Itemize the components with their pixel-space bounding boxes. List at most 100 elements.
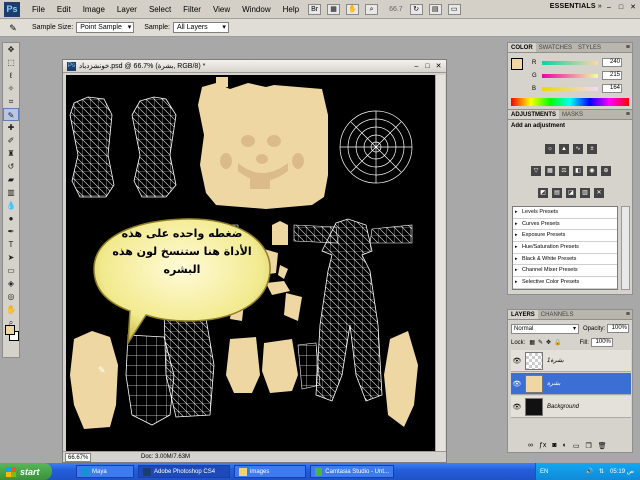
clone-stamp-tool-icon[interactable]: ♜ — [3, 147, 19, 160]
status-doc-size[interactable]: Doc: 3.00M/7.63M — [141, 454, 190, 460]
layer-row-1[interactable]: 👁 بشرة1 — [511, 350, 631, 372]
menu-file[interactable]: File — [26, 5, 51, 14]
menu-select[interactable]: Select — [143, 5, 177, 14]
path-selection-tool-icon[interactable]: ➤ — [3, 251, 19, 264]
hand-tool-icon[interactable]: ✋ — [346, 3, 360, 15]
vibrance-icon[interactable]: ▽ — [531, 166, 541, 176]
document-close-icon[interactable]: ✕ — [434, 62, 443, 71]
taskbar-camtasia[interactable]: Camtasia Studio - Unt... — [310, 465, 394, 478]
move-tool-icon[interactable]: ✥ — [3, 43, 19, 56]
new-group-icon[interactable]: ▭ — [573, 442, 580, 450]
preset-curves[interactable]: Curves Presets — [513, 219, 617, 231]
r-slider[interactable] — [542, 60, 598, 65]
delete-layer-icon[interactable]: 🗑 — [598, 442, 607, 450]
black-white-icon[interactable]: ◧ — [573, 166, 583, 176]
eyedropper-tool-icon[interactable]: ✎ — [3, 108, 19, 121]
language-indicator[interactable]: EN — [540, 469, 548, 475]
new-layer-icon[interactable]: ❐ — [586, 442, 592, 450]
3d-orbit-tool-icon[interactable]: ◎ — [3, 290, 19, 303]
preset-hue-saturation[interactable]: Hue/Saturation Presets — [513, 242, 617, 254]
preset-black-white[interactable]: Black & White Presets — [513, 254, 617, 266]
close-icon[interactable]: ✕ — [628, 3, 638, 13]
hue-saturation-icon[interactable]: ▦ — [545, 166, 555, 176]
photo-filter-icon[interactable]: ◉ — [587, 166, 597, 176]
g-slider[interactable] — [542, 73, 598, 78]
arrange-documents-icon[interactable]: ▤ — [428, 3, 442, 15]
g-value[interactable]: 215 — [602, 71, 622, 80]
bridge-icon[interactable]: Br — [308, 3, 322, 15]
lock-all-icon[interactable]: 🔒 — [554, 339, 561, 346]
b-value[interactable]: 164 — [602, 84, 622, 93]
menu-window[interactable]: Window — [236, 5, 276, 14]
crop-tool-icon[interactable]: ⌗ — [3, 95, 19, 108]
status-zoom-field[interactable]: 66.67% — [65, 452, 91, 462]
sample-size-select[interactable]: Point Sample — [76, 22, 135, 33]
curves-icon[interactable]: ∿ — [573, 144, 583, 154]
eraser-tool-icon[interactable]: ▰ — [3, 173, 19, 186]
layer-style-icon[interactable]: ƒx — [539, 442, 546, 450]
visibility-eye-icon[interactable]: 👁 — [511, 380, 523, 388]
color-spectrum-ramp[interactable] — [511, 98, 629, 106]
taskbar-photoshop[interactable]: Adobe Photoshop CS4 — [138, 465, 230, 478]
clock[interactable]: 05:19 ص — [610, 468, 634, 475]
adjustments-menu-icon[interactable]: ≡ — [626, 110, 632, 119]
gradient-map-icon[interactable]: ▥ — [580, 188, 590, 198]
layer-name[interactable]: Background — [547, 404, 579, 410]
channel-mixer-icon[interactable]: ⊕ — [601, 166, 611, 176]
hand-tool-icon[interactable]: ✋ — [3, 303, 19, 316]
tab-color[interactable]: COLOR — [508, 43, 536, 52]
menu-view[interactable]: View — [207, 5, 236, 14]
magic-wand-tool-icon[interactable]: ✧ — [3, 82, 19, 95]
visibility-eye-icon[interactable]: 👁 — [511, 403, 523, 411]
vertical-scrollbar[interactable] — [435, 75, 445, 451]
pen-tool-icon[interactable]: ✒ — [3, 225, 19, 238]
brush-tool-icon[interactable]: ✐ — [3, 134, 19, 147]
lock-pixels-icon[interactable]: ✎ — [538, 339, 543, 346]
menu-image[interactable]: Image — [77, 5, 111, 14]
tab-channels[interactable]: CHANNELS — [538, 310, 577, 319]
menu-filter[interactable]: Filter — [177, 5, 207, 14]
lasso-tool-icon[interactable]: ℓ — [3, 69, 19, 82]
foreground-color-swatch[interactable] — [5, 325, 15, 335]
link-layers-icon[interactable]: ∞ — [528, 442, 533, 450]
menu-edit[interactable]: Edit — [51, 5, 77, 14]
preset-levels[interactable]: Levels Presets — [513, 207, 617, 219]
maximize-icon[interactable]: □ — [616, 3, 626, 13]
taskbar-images[interactable]: images — [234, 465, 306, 478]
threshold-icon[interactable]: ◪ — [566, 188, 576, 198]
sample-select[interactable]: All Layers — [172, 22, 229, 33]
network-icon[interactable]: ⇅ — [599, 468, 604, 475]
preset-channel-mixer[interactable]: Channel Mixer Presets — [513, 265, 617, 278]
r-value[interactable]: 240 — [602, 58, 622, 67]
type-tool-icon[interactable]: T — [3, 238, 19, 251]
healing-brush-tool-icon[interactable]: ✚ — [3, 121, 19, 134]
extras-icon[interactable]: ▦ — [327, 3, 341, 15]
color-foreground-swatch[interactable] — [511, 58, 523, 70]
blend-mode-select[interactable]: Normal — [511, 323, 579, 334]
volume-icon[interactable]: 🔊 — [586, 468, 593, 475]
opacity-field[interactable]: 100% — [607, 324, 630, 333]
tab-masks[interactable]: MASKS — [559, 110, 586, 119]
tab-styles[interactable]: STYLES — [575, 43, 604, 52]
preset-scrollbar[interactable] — [621, 206, 630, 290]
history-brush-tool-icon[interactable]: ↺ — [3, 160, 19, 173]
menu-help[interactable]: Help — [277, 5, 305, 14]
levels-icon[interactable]: ▲ — [559, 144, 569, 154]
document-title-bar[interactable]: Ps خونشزدباد.psd @ 66.7% (بشرة, RGB/8) *… — [63, 60, 446, 73]
tab-adjustments[interactable]: ADJUSTMENTS — [508, 110, 560, 119]
marquee-tool-icon[interactable]: ⬚ — [3, 56, 19, 69]
layer-name[interactable]: بشرة1 — [547, 357, 564, 364]
visibility-eye-icon[interactable]: 👁 — [511, 357, 523, 365]
add-mask-icon[interactable]: ◙ — [552, 442, 556, 450]
posterize-icon[interactable]: ▤ — [552, 188, 562, 198]
selective-color-icon[interactable]: ✕ — [594, 188, 604, 198]
panel-menu-icon[interactable]: ≡ — [626, 43, 632, 52]
color-balance-icon[interactable]: ⚖ — [559, 166, 569, 176]
menu-layer[interactable]: Layer — [111, 5, 143, 14]
b-slider[interactable] — [542, 86, 598, 91]
tab-layers[interactable]: LAYERS — [508, 310, 538, 319]
start-button[interactable]: start — [0, 463, 52, 480]
invert-icon[interactable]: ◩ — [538, 188, 548, 198]
exposure-icon[interactable]: ± — [587, 144, 597, 154]
preset-exposure[interactable]: Exposure Presets — [513, 230, 617, 243]
